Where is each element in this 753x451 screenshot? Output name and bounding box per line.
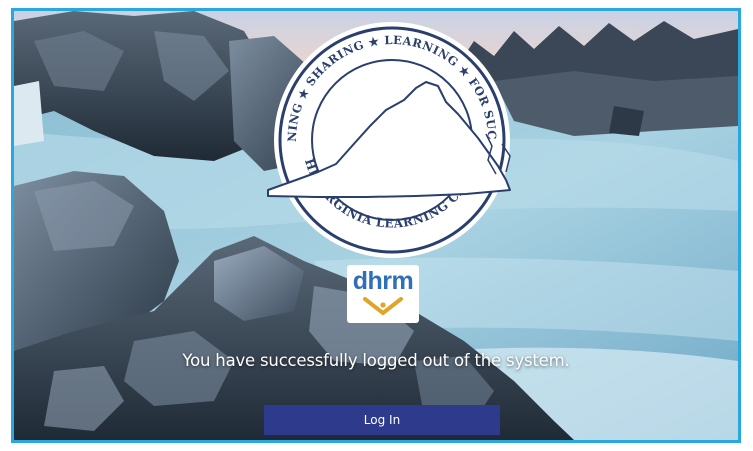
chevron-logo-icon xyxy=(363,297,403,315)
logout-message: You have successfully logged out of the … xyxy=(182,351,570,370)
log-in-button[interactable]: Log In xyxy=(264,405,500,435)
dhrm-logo-text: dhrm xyxy=(352,267,414,295)
dhrm-logo: dhrm xyxy=(347,265,419,323)
virginia-learning-center-seal: TRAINING ★ SHARING ★ LEARNING ★ FOR SUCC… xyxy=(266,14,511,258)
page-frame: TRAINING ★ SHARING ★ LEARNING ★ FOR SUCC… xyxy=(11,8,741,443)
